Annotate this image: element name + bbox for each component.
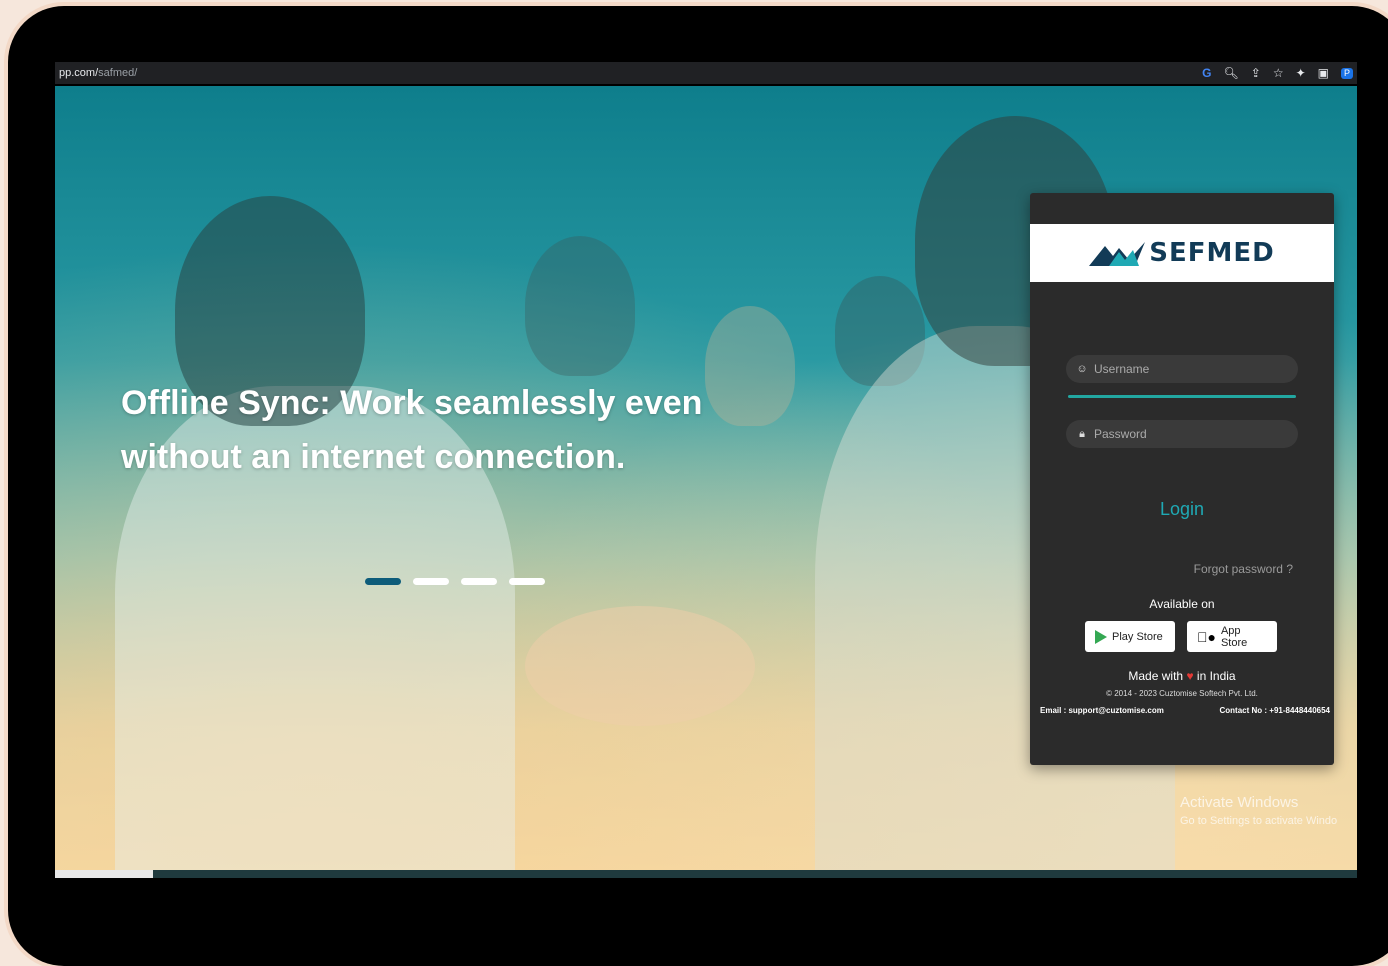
username-focus-underline	[1068, 395, 1296, 398]
watermark-subtitle: Go to Settings to activate Windo	[1180, 815, 1338, 827]
background-person	[525, 236, 635, 376]
play-store-icon	[1095, 629, 1107, 644]
app-store-button[interactable]: ● App Store	[1187, 621, 1277, 652]
carousel-indicators	[365, 578, 545, 585]
headline-line-2: without an internet connection.	[121, 438, 626, 476]
side-panel-icon[interactable]: ▣	[1318, 67, 1329, 79]
lock-icon: 🔒︎	[1079, 427, 1085, 440]
taskbar-search-box[interactable]	[55, 870, 153, 878]
username-field[interactable]: ☺	[1066, 355, 1298, 383]
profile-avatar[interactable]: P	[1340, 67, 1353, 79]
handshake-image	[525, 606, 755, 726]
user-icon: ☺	[1076, 363, 1088, 375]
share-icon[interactable]: ⇪	[1251, 67, 1261, 79]
watermark-title: Activate Windows	[1180, 794, 1299, 811]
carousel-dot-4[interactable]	[509, 578, 545, 585]
copyright-text: © 2014 - 2023 Cuztomise Softech Pvt. Ltd…	[1106, 689, 1258, 698]
page-viewport: Offline Sync: Work seamlessly even witho…	[55, 86, 1357, 870]
carousel-dot-2[interactable]	[413, 578, 449, 585]
browser-toolbar-icons: G 🔍︎ ⇪ ☆ ✦ ▣ P	[1202, 67, 1353, 79]
brand-wordmark: SEFMED	[1149, 238, 1275, 268]
activate-windows-watermark: Activate Windows Go to Settings to activ…	[1180, 794, 1337, 827]
url-domain: pp.com/	[59, 67, 99, 79]
headline-line-1: Offline Sync: Work seamlessly even	[121, 384, 703, 422]
play-store-button[interactable]: Play Store	[1085, 621, 1175, 652]
forgot-password-link[interactable]: Forgot password ?	[1194, 562, 1293, 576]
support-email: Email : support@cuztomise.com	[1040, 706, 1164, 715]
url-path: safmed/	[98, 67, 138, 79]
contact-number: Contact No : +91-8448440654	[1219, 706, 1331, 715]
url-text[interactable]: pp.com/safmed/	[59, 67, 137, 79]
slide-headline: Offline Sync: Work seamlessly even witho…	[121, 376, 821, 484]
store-buttons: Play Store ● App Store	[1085, 621, 1277, 652]
contact-info: Email : support@cuztomise.com Contact No…	[1040, 706, 1330, 715]
apple-icon: ●	[1197, 628, 1216, 645]
extensions-puzzle-icon[interactable]: ✦	[1296, 67, 1306, 79]
carousel-dot-1[interactable]	[365, 578, 401, 585]
made-in-india-text: Made with ♥ in India	[1030, 669, 1334, 683]
login-button[interactable]: Login	[1030, 499, 1334, 520]
password-field[interactable]: 🔒︎	[1066, 420, 1298, 448]
login-card: SEFMED ☺ 🔒︎ Login Forgot password ? Avai…	[1030, 193, 1334, 765]
heart-icon: ♥	[1186, 669, 1194, 683]
browser-address-bar[interactable]: pp.com/safmed/ G 🔍︎ ⇪ ☆ ✦ ▣ P	[55, 62, 1357, 84]
made-with-prefix: Made with	[1128, 669, 1184, 683]
made-with-suffix: in India	[1196, 669, 1236, 683]
app-store-label: App Store	[1210, 625, 1260, 649]
google-icon[interactable]: G	[1202, 67, 1211, 79]
password-input[interactable]	[1094, 427, 1284, 441]
carousel-dot-3[interactable]	[461, 578, 497, 585]
play-store-label: Play Store	[1112, 630, 1163, 643]
zoom-icon[interactable]: 🔍︎	[1224, 67, 1239, 79]
bookmark-star-icon[interactable]: ☆	[1273, 67, 1284, 79]
username-input[interactable]	[1094, 362, 1284, 376]
logo-band: SEFMED	[1030, 224, 1334, 282]
available-on-label: Available on	[1149, 597, 1215, 611]
sefmed-logo-icon	[1089, 242, 1146, 266]
windows-taskbar	[55, 870, 1357, 878]
